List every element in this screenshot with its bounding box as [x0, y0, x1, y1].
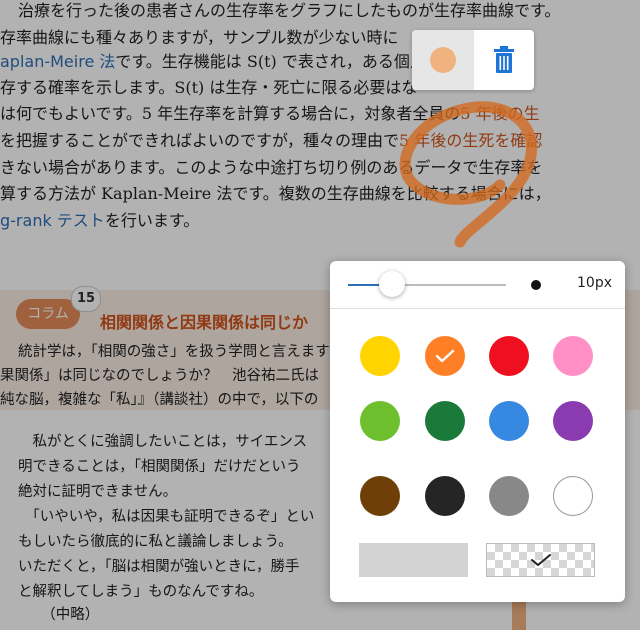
delete-button[interactable]: [474, 30, 534, 90]
pen-size-row: 10px: [330, 261, 625, 309]
color-swatch-white[interactable]: [553, 476, 593, 516]
pen-settings-panel: 10px: [330, 261, 625, 602]
trash-icon: [494, 46, 514, 73]
color-swatch-light-green[interactable]: [360, 401, 400, 441]
color-swatch-red[interactable]: [489, 336, 529, 376]
pen-size-slider[interactable]: [348, 271, 506, 297]
color-swatch-pink[interactable]: [553, 336, 593, 376]
pen-stroke: [399, 101, 537, 248]
color-swatch-orange[interactable]: [425, 336, 465, 376]
annotation-toolbar: [412, 30, 534, 90]
fill-mode-solid[interactable]: [359, 543, 468, 577]
color-swatch-green[interactable]: [425, 401, 465, 441]
color-swatch-blue[interactable]: [489, 401, 529, 441]
pen-size-preview-icon: [531, 280, 541, 290]
color-swatch-black[interactable]: [425, 476, 465, 516]
color-swatch-brown[interactable]: [360, 476, 400, 516]
slider-thumb[interactable]: [379, 271, 405, 297]
pen-size-label: 10px: [577, 275, 612, 291]
color-swatch-yellow[interactable]: [360, 336, 400, 376]
current-color-icon: [430, 47, 456, 73]
color-swatch-gray[interactable]: [489, 476, 529, 516]
color-swatch-purple[interactable]: [553, 401, 593, 441]
checkmark-icon: [435, 349, 455, 363]
fill-mode-transparent[interactable]: [486, 543, 595, 577]
pen-color-button[interactable]: [412, 30, 474, 90]
checkmark-icon: [531, 554, 551, 566]
